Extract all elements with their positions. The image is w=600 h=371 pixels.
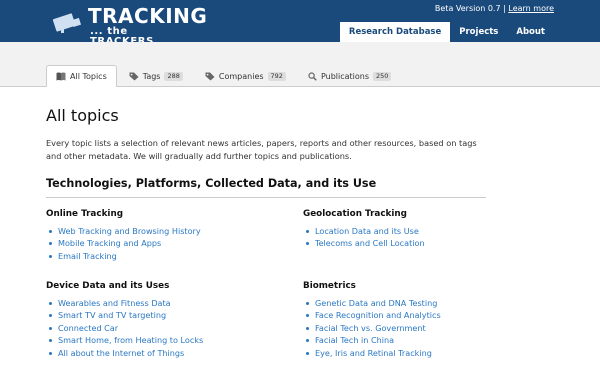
topic-link[interactable]: Mobile Tracking and Apps	[46, 237, 276, 249]
tab-tags[interactable]: Tags 288	[119, 65, 193, 86]
topic-link[interactable]: Location Data and its Use	[303, 225, 533, 237]
topic-group-device-data: Device Data and its Uses Wearables and F…	[46, 280, 276, 359]
count-badge: 288	[164, 71, 183, 81]
topic-list: Wearables and Fitness Data Smart TV and …	[46, 297, 276, 359]
nav-about[interactable]: About	[507, 22, 554, 42]
topic-group-biometrics: Biometrics Genetic Data and DNA Testing …	[303, 280, 533, 359]
topic-link[interactable]: Eye, Iris and Retinal Tracking	[303, 347, 533, 359]
nav-projects[interactable]: Projects	[450, 22, 507, 42]
version-separator: |	[503, 4, 506, 13]
learn-more-link[interactable]: Learn more	[508, 4, 554, 13]
count-badge: 792	[267, 71, 286, 81]
tab-label: All Topics	[70, 72, 107, 81]
topic-link[interactable]: Facial Tech in China	[303, 334, 533, 346]
site-header: TRACKING ... the TRACKERS Beta Version 0…	[0, 0, 600, 47]
topic-group-title: Online Tracking	[46, 209, 124, 219]
topic-link[interactable]: Smart Home, from Heating to Locks	[46, 334, 276, 346]
search-icon	[308, 71, 317, 81]
topic-link[interactable]: All about the Internet of Things	[46, 347, 276, 359]
tag-icon	[205, 72, 215, 80]
topic-link[interactable]: Facial Tech vs. Government	[303, 322, 533, 334]
topic-group-title: Biometrics	[303, 281, 356, 291]
topic-link[interactable]: Telecoms and Cell Location	[303, 237, 533, 249]
intro-text: Every topic lists a selection of relevan…	[46, 138, 477, 161]
topic-group-title: Device Data and its Uses	[46, 281, 170, 291]
topic-list: Location Data and its Use Telecoms and C…	[303, 225, 533, 250]
tab-label: Tags	[142, 71, 161, 81]
logo-title: TRACKING	[88, 4, 208, 28]
camera-icon	[52, 13, 82, 33]
main-content: All topics Every topic lists a selection…	[46, 107, 486, 198]
topic-link[interactable]: Web Tracking and Browsing History	[46, 225, 276, 237]
section-title: Technologies, Platforms, Collected Data,…	[46, 177, 486, 198]
tab-label: Publications	[320, 71, 370, 81]
main-nav: Research Database Projects About	[339, 22, 554, 42]
tag-icon	[129, 72, 139, 80]
topic-link[interactable]: Wearables and Fitness Data	[46, 297, 276, 309]
tab-list: All Topics Tags 288 Companies 792 Public…	[46, 65, 403, 87]
topic-link[interactable]: Smart TV and TV targeting	[46, 309, 276, 321]
topic-group-geolocation-tracking: Geolocation Tracking Location Data and i…	[303, 208, 533, 250]
topic-link[interactable]: Face Recognition and Analytics	[303, 309, 533, 321]
book-icon	[56, 72, 66, 81]
topic-link[interactable]: Connected Car	[46, 322, 276, 334]
topic-list: Genetic Data and DNA Testing Face Recogn…	[303, 297, 533, 359]
topic-link[interactable]: Genetic Data and DNA Testing	[303, 297, 533, 309]
page-title: All topics	[46, 106, 119, 125]
version-info: Beta Version 0.7 | Learn more	[435, 4, 554, 13]
topic-group-online-tracking: Online Tracking Web Tracking and Browsin…	[46, 208, 276, 262]
topic-group-title: Geolocation Tracking	[303, 209, 407, 219]
tab-label: Companies	[218, 71, 264, 81]
count-badge: 250	[373, 71, 392, 81]
tab-publications[interactable]: Publications 250	[298, 65, 402, 86]
version-text: Beta Version 0.7	[434, 4, 501, 13]
nav-research-database[interactable]: Research Database	[339, 22, 451, 42]
topic-list: Web Tracking and Browsing History Mobile…	[46, 225, 276, 262]
tab-all-topics[interactable]: All Topics	[46, 65, 117, 87]
section-tab-bar: All Topics Tags 288 Companies 792 Public…	[0, 42, 600, 87]
topic-link[interactable]: Email Tracking	[46, 250, 276, 262]
tab-companies[interactable]: Companies 792	[195, 65, 296, 86]
site-logo[interactable]: TRACKING ... the TRACKERS	[52, 6, 207, 47]
